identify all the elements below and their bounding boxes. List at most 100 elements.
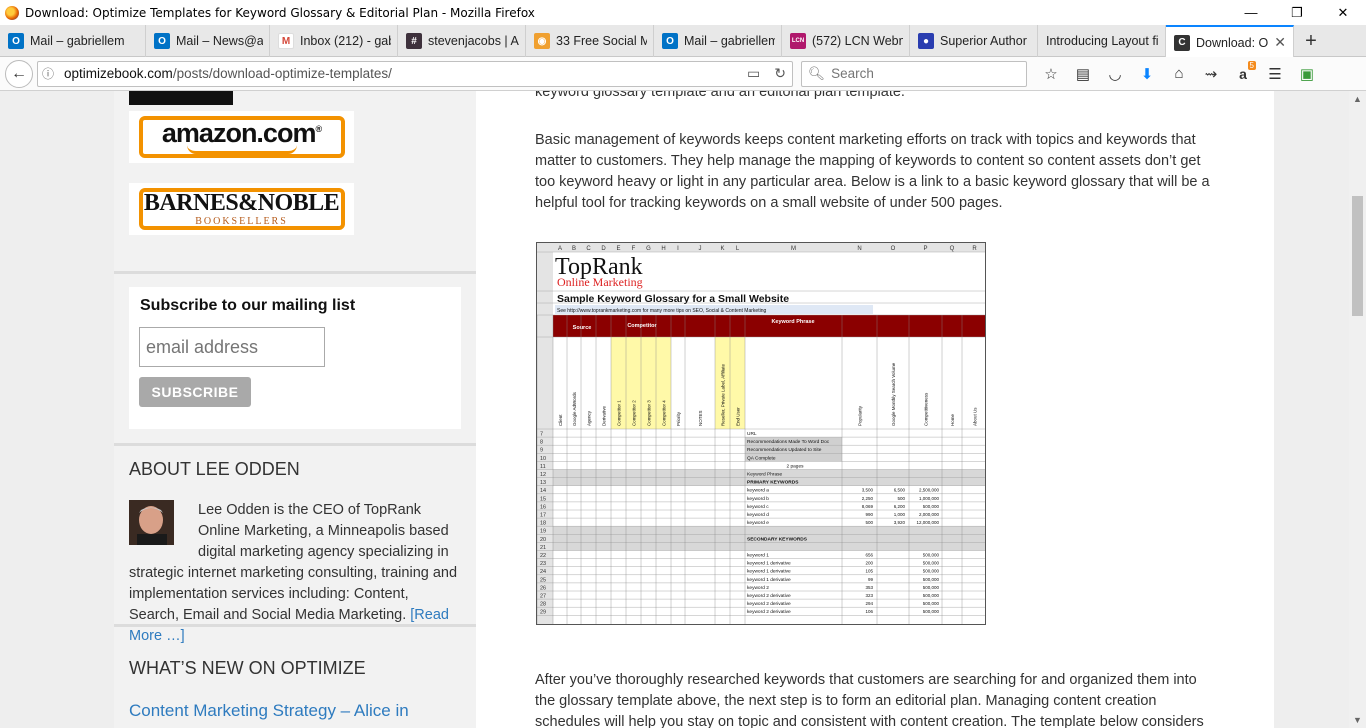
info-icon[interactable]: ⓘ (38, 65, 58, 82)
column-letter: J (699, 246, 702, 252)
row-number: 15 (540, 496, 546, 502)
close-tab-icon[interactable]: ✕ (1274, 34, 1286, 51)
back-button[interactable]: ← (5, 59, 33, 88)
sidebar: amazon.com® BARNES&NOBLE BOOKSELLERS Sub… (114, 91, 476, 728)
rotated-header: Competitor 1 (617, 400, 622, 426)
downloads-icon[interactable]: ⬇ (1133, 60, 1161, 88)
tab-1[interactable]: O Mail – News@ag (146, 25, 270, 57)
popularity-cell: 8,069 (862, 504, 874, 509)
firefox-logo-icon (5, 5, 19, 20)
gmail-icon: M (278, 33, 294, 49)
sheet-row-bg (553, 582, 985, 591)
keyword-cell: keyword 1 derivative (747, 577, 791, 583)
bookmarks-menu-icon[interactable]: ▤ (1069, 60, 1097, 88)
rotated-header: Priority (676, 411, 681, 426)
column-letter: O (891, 246, 896, 252)
row-number: 19 (540, 529, 546, 535)
new-tab-button[interactable]: + (1294, 25, 1328, 57)
scroll-up-icon[interactable]: ▲ (1353, 94, 1362, 104)
tab-5[interactable]: O Mail – gabriellem (654, 25, 782, 57)
reader-view-icon[interactable]: ▭ (747, 65, 760, 82)
popularity-cell: 500 (865, 520, 873, 525)
search-input[interactable] (831, 66, 1012, 81)
globe-icon: ● (918, 33, 934, 49)
tab-7[interactable]: ● Superior Author (910, 25, 1038, 57)
competitiveness-cell: 2,500,000 (919, 488, 940, 493)
book-cover-stub (129, 91, 233, 105)
popularity-cell: 3,500 (862, 488, 874, 493)
whatsnew-link[interactable]: Content Marketing Strategy – Alice in (129, 701, 409, 721)
page-scrollbar[interactable]: ▲ ▼ (1349, 91, 1366, 728)
partial-paragraph: keyword glossary template and an editori… (535, 91, 905, 100)
close-window-button[interactable]: ✕ (1320, 0, 1366, 25)
bn-logo-text: BARNES&NOBLE (143, 190, 340, 216)
row-number: 28 (540, 602, 546, 608)
popularity-cell: 294 (865, 601, 873, 606)
keyword-cell: Recommendations Made To Word Doc (747, 439, 830, 445)
sync-icon[interactable]: ⇝ (1197, 60, 1225, 88)
sheet-row-bg (553, 550, 985, 559)
row-number: 7 (540, 432, 543, 438)
scroll-down-icon[interactable]: ▼ (1353, 715, 1362, 725)
column-letter: C (586, 246, 591, 252)
scrollbar-thumb[interactable] (1352, 196, 1363, 316)
amazon-buy-button[interactable]: amazon.com® (129, 111, 354, 163)
url-bar[interactable]: ⓘ optimizebook.com/posts/download-optimi… (37, 60, 793, 87)
extension-shield-icon[interactable]: ▣ (1293, 60, 1321, 88)
sidebar-divider (114, 443, 476, 446)
tab-0[interactable]: O Mail – gabriellem (0, 25, 146, 57)
keyword-glossary-spreadsheet-image[interactable]: A B C D E F G H I J K L M N O P Q R TopRank Online Marketin… (536, 242, 986, 625)
volume-cell: 500 (897, 496, 905, 501)
pocket-icon[interactable]: ◡ (1101, 60, 1129, 88)
tab-2[interactable]: M Inbox (212) - gab (270, 25, 398, 57)
subscribe-widget: Subscribe to our mailing list SUBSCRIBE (129, 287, 461, 429)
competitiveness-cell: 2,000,000 (919, 512, 940, 517)
search-bar[interactable]: 🔍︎ (801, 60, 1027, 87)
rotated-header: Reseller, Private Label, Affiliate (721, 364, 726, 426)
competitiveness-cell: 500,000 (923, 593, 940, 598)
paragraph-keywords: Basic management of keywords keeps conte… (535, 132, 1210, 211)
extension-badge: 5 (1247, 60, 1256, 70)
keyword-cell: keyword 2 (747, 585, 769, 591)
tab-6[interactable]: LCN (572) LCN Webm (782, 25, 910, 57)
row-number: 26 (540, 585, 546, 591)
lcn-icon: LCN (790, 33, 806, 49)
competitiveness-cell: 500,000 (923, 553, 940, 558)
home-icon[interactable]: ⌂ (1165, 60, 1193, 88)
competitiveness-cell: 500,000 (923, 577, 940, 582)
keyword-cell: SECONDARY KEYWORDS (747, 536, 808, 542)
volume-cell: 6,500 (894, 488, 906, 493)
row-number: 9 (540, 448, 543, 454)
bookmark-star-icon[interactable]: ☆ (1037, 60, 1065, 88)
url-path: /posts/download-optimize-templates/ (172, 66, 392, 81)
tab-label: Introducing Layout fi (1046, 34, 1159, 48)
keyword-cell: Recommendations Updated to Site (747, 447, 822, 453)
sheet-see-line: See http://www.toprankmarketing.com for … (557, 308, 766, 314)
header-keyword-phrase: Keyword Phrase (771, 319, 814, 325)
restore-button[interactable]: ❐ (1274, 0, 1320, 25)
keyword-cell: keyword c (747, 504, 769, 510)
rotated-header: Agency (587, 410, 592, 426)
popularity-cell: 2,250 (862, 496, 874, 501)
menu-icon[interactable]: ☰ (1261, 60, 1289, 88)
reload-icon[interactable]: ↻ (774, 65, 786, 82)
column-letter: G (646, 246, 651, 252)
minimize-button[interactable]: — (1228, 0, 1274, 25)
row-number: 27 (540, 594, 546, 600)
tab-label: Download: O (1196, 35, 1269, 50)
row-number: 8 (540, 440, 543, 446)
subscribe-button[interactable]: SUBSCRIBE (139, 377, 251, 407)
amazon-extension-icon[interactable]: a5 (1229, 60, 1257, 88)
tab-9[interactable]: C Download: O ✕ (1166, 25, 1294, 58)
search-icon: 🔍︎ (808, 65, 826, 81)
tab-4[interactable]: ◉ 33 Free Social Me (526, 25, 654, 57)
column-letter: A (558, 246, 562, 252)
tab-8[interactable]: Introducing Layout fi (1038, 25, 1166, 57)
amazon-logo: amazon.com® (161, 118, 322, 148)
barnes-noble-buy-button[interactable]: BARNES&NOBLE BOOKSELLERS (129, 183, 354, 235)
rotated-header: Competitor 4 (662, 400, 667, 426)
row-number: 23 (540, 561, 546, 567)
tab-3[interactable]: # stevenjacobs | Ag (398, 25, 526, 57)
amazon-smile-icon (186, 145, 297, 154)
email-field[interactable] (139, 327, 325, 367)
